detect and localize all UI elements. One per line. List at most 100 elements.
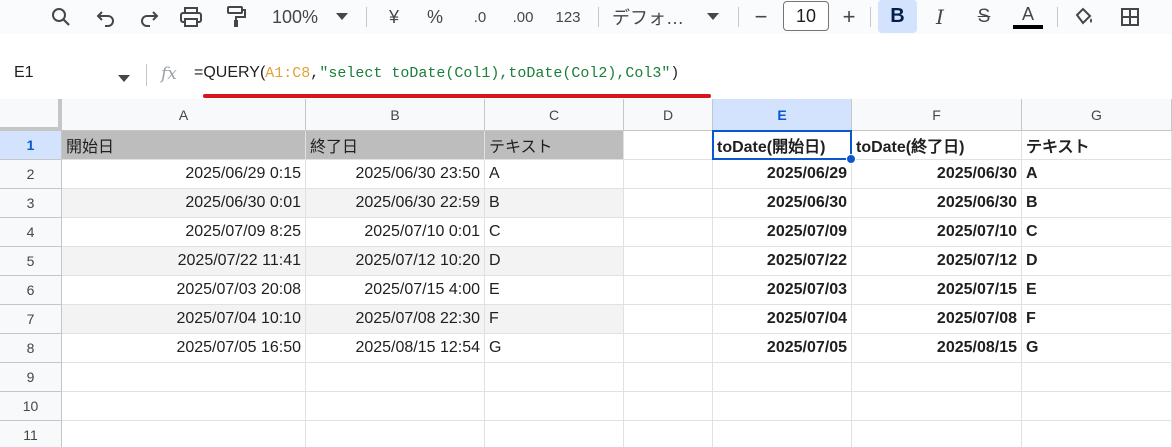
row-header-2[interactable]: 2 xyxy=(0,160,62,189)
cell-e10[interactable] xyxy=(713,392,852,421)
cell-b10[interactable] xyxy=(306,392,485,421)
column-header-d[interactable]: D xyxy=(624,99,713,131)
undo-icon[interactable] xyxy=(92,0,120,34)
select-all-corner[interactable] xyxy=(0,99,62,131)
cell-d7[interactable] xyxy=(624,305,713,334)
redo-icon[interactable] xyxy=(135,0,163,34)
cell-f8[interactable]: 2025/08/15 xyxy=(852,334,1022,363)
cell-b2[interactable]: 2025/06/30 23:50 xyxy=(306,160,485,189)
row-header-7[interactable]: 7 xyxy=(0,305,62,334)
column-header-f[interactable]: F xyxy=(852,99,1022,131)
cell-e7[interactable]: 2025/07/04 xyxy=(713,305,852,334)
cell-b8[interactable]: 2025/08/15 12:54 xyxy=(306,334,485,363)
row-header-11[interactable]: 11 xyxy=(0,421,62,447)
cell-g10[interactable] xyxy=(1022,392,1172,421)
zoom-select[interactable]: 100% xyxy=(266,0,324,34)
row-header-8[interactable]: 8 xyxy=(0,334,62,363)
cell-a3[interactable]: 2025/06/30 0:01 xyxy=(62,189,306,218)
text-color-button[interactable]: A xyxy=(1011,0,1045,34)
cell-e4[interactable]: 2025/07/09 xyxy=(713,218,852,247)
cell-e2[interactable]: 2025/06/29 xyxy=(713,160,852,189)
cell-g5[interactable]: D xyxy=(1022,247,1172,276)
cell-f5[interactable]: 2025/07/12 xyxy=(852,247,1022,276)
chevron-down-icon[interactable] xyxy=(704,0,722,34)
cell-g7[interactable]: F xyxy=(1022,305,1172,334)
cell-c1[interactable]: テキスト xyxy=(485,131,624,160)
cell-e1[interactable]: toDate(開始日) xyxy=(713,131,852,160)
cell-f4[interactable]: 2025/07/10 xyxy=(852,218,1022,247)
cell-a7[interactable]: 2025/07/04 10:10 xyxy=(62,305,306,334)
cell-a5[interactable]: 2025/07/22 11:41 xyxy=(62,247,306,276)
percent-button[interactable]: % xyxy=(423,0,447,34)
number-format-button[interactable]: 123 xyxy=(552,0,584,34)
fill-color-icon[interactable] xyxy=(1070,0,1098,34)
cell-c8[interactable]: G xyxy=(485,334,624,363)
cell-a6[interactable]: 2025/07/03 20:08 xyxy=(62,276,306,305)
cell-a2[interactable]: 2025/06/29 0:15 xyxy=(62,160,306,189)
cell-b7[interactable]: 2025/07/08 22:30 xyxy=(306,305,485,334)
cell-e8[interactable]: 2025/07/05 xyxy=(713,334,852,363)
borders-icon[interactable] xyxy=(1116,0,1144,34)
cell-f11[interactable] xyxy=(852,421,1022,447)
cell-g6[interactable]: E xyxy=(1022,276,1172,305)
cell-a9[interactable] xyxy=(62,363,306,392)
cell-a4[interactable]: 2025/07/09 8:25 xyxy=(62,218,306,247)
cell-f7[interactable]: 2025/07/08 xyxy=(852,305,1022,334)
row-header-5[interactable]: 5 xyxy=(0,247,62,276)
cell-d2[interactable] xyxy=(624,160,713,189)
cell-e11[interactable] xyxy=(713,421,852,447)
cell-a10[interactable] xyxy=(62,392,306,421)
cell-g11[interactable] xyxy=(1022,421,1172,447)
cell-c2[interactable]: A xyxy=(485,160,624,189)
cell-b9[interactable] xyxy=(306,363,485,392)
cell-g4[interactable]: C xyxy=(1022,218,1172,247)
cell-c4[interactable]: C xyxy=(485,218,624,247)
cell-b1[interactable]: 終了日 xyxy=(306,131,485,160)
cell-d8[interactable] xyxy=(624,334,713,363)
font-select[interactable]: デフォ… xyxy=(612,0,694,34)
cell-c5[interactable]: D xyxy=(485,247,624,276)
cell-f9[interactable] xyxy=(852,363,1022,392)
row-header-3[interactable]: 3 xyxy=(0,189,62,218)
fill-handle[interactable] xyxy=(846,154,856,164)
cell-g9[interactable] xyxy=(1022,363,1172,392)
cell-f1[interactable]: toDate(終了日) xyxy=(852,131,1022,160)
cell-g8[interactable]: G xyxy=(1022,334,1172,363)
cell-f6[interactable]: 2025/07/15 xyxy=(852,276,1022,305)
cell-b5[interactable]: 2025/07/12 10:20 xyxy=(306,247,485,276)
cell-b3[interactable]: 2025/06/30 22:59 xyxy=(306,189,485,218)
column-header-e[interactable]: E xyxy=(713,99,852,131)
cell-d5[interactable] xyxy=(624,247,713,276)
currency-button[interactable]: ¥ xyxy=(383,0,405,34)
chevron-down-icon[interactable] xyxy=(333,0,351,34)
column-header-b[interactable]: B xyxy=(306,99,485,131)
cell-d1[interactable] xyxy=(624,131,713,160)
name-box[interactable]: E1 xyxy=(14,64,34,82)
cell-c3[interactable]: B xyxy=(485,189,624,218)
column-header-c[interactable]: C xyxy=(485,99,624,131)
chevron-down-icon[interactable] xyxy=(118,70,130,88)
cell-c10[interactable] xyxy=(485,392,624,421)
row-header-6[interactable]: 6 xyxy=(0,276,62,305)
strikethrough-button[interactable]: S xyxy=(972,0,996,34)
row-header-4[interactable]: 4 xyxy=(0,218,62,247)
cell-b4[interactable]: 2025/07/10 0:01 xyxy=(306,218,485,247)
font-size-increase-button[interactable]: + xyxy=(838,0,860,34)
cell-b11[interactable] xyxy=(306,421,485,447)
cell-c11[interactable] xyxy=(485,421,624,447)
cell-e9[interactable] xyxy=(713,363,852,392)
cell-c7[interactable]: F xyxy=(485,305,624,334)
print-icon[interactable] xyxy=(177,0,205,34)
cell-g3[interactable]: B xyxy=(1022,189,1172,218)
cell-d10[interactable] xyxy=(624,392,713,421)
cell-e6[interactable]: 2025/07/03 xyxy=(713,276,852,305)
cell-a1[interactable]: 開始日 xyxy=(62,131,306,160)
cell-d9[interactable] xyxy=(624,363,713,392)
font-size-decrease-button[interactable]: − xyxy=(750,0,772,34)
cell-b6[interactable]: 2025/07/15 4:00 xyxy=(306,276,485,305)
increase-decimal-button[interactable]: .00 xyxy=(508,0,538,34)
cell-d6[interactable] xyxy=(624,276,713,305)
search-icon[interactable] xyxy=(47,0,75,34)
decrease-decimal-button[interactable]: .0 xyxy=(465,0,495,34)
cell-c9[interactable] xyxy=(485,363,624,392)
